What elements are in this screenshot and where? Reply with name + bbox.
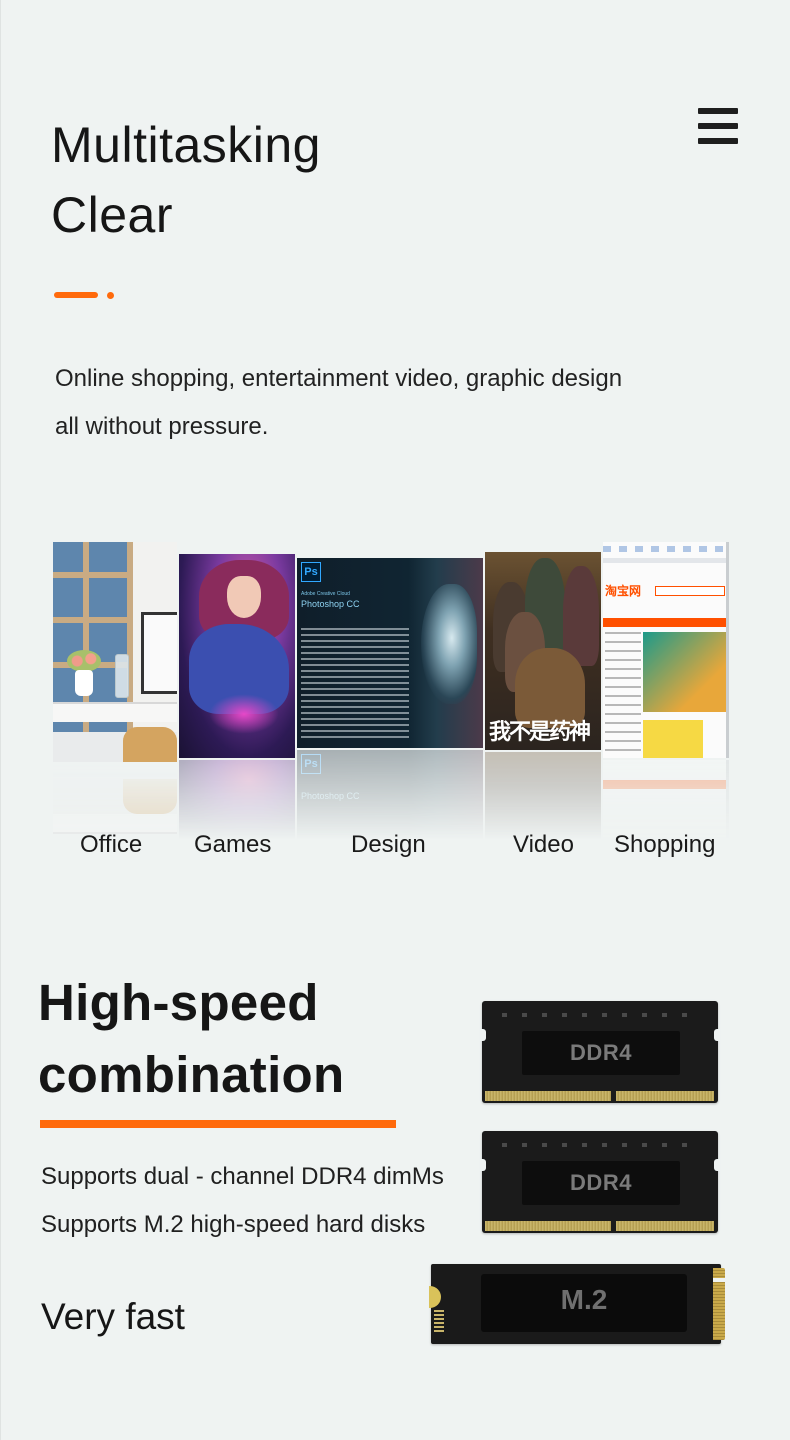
ssd-screw-notch	[429, 1286, 441, 1308]
page-title-line-1: Multitasking	[51, 117, 321, 173]
monitor	[141, 612, 177, 694]
usage-gallery: Ps Adobe Creative Cloud Photoshop CC Ps …	[51, 540, 741, 840]
ram-components	[502, 1013, 702, 1017]
splash-product-reflection: Photoshop CC	[301, 791, 360, 801]
character-face	[227, 576, 261, 618]
ram-chip-area: DDR4	[522, 1031, 680, 1075]
photoshop-logo-reflection-icon: Ps	[301, 754, 321, 774]
splash-credits	[301, 628, 409, 738]
ram-gold-pins	[485, 1221, 611, 1231]
gallery-labels: Office Games Design Video Shopping	[51, 828, 741, 862]
ssd-label-area: M.2	[481, 1274, 687, 1332]
office-reflection	[53, 764, 177, 834]
shopping-website-screenshot: 淘宝网	[603, 542, 729, 758]
gallery-label-design: Design	[351, 831, 426, 858]
bottle	[115, 654, 129, 698]
high-speed-heading-line-2: combination	[38, 1046, 345, 1103]
nav-reflection	[603, 780, 726, 789]
very-fast-tagline: Very fast	[41, 1296, 185, 1337]
ssd-connector-key	[713, 1278, 725, 1282]
office-desk-photo	[53, 542, 177, 762]
character-glow	[209, 694, 279, 734]
feature-ddr4: Supports dual - channel DDR4 dimMs	[41, 1163, 444, 1190]
design-reflection: Ps Photoshop CC	[297, 750, 483, 840]
chair-reflection	[123, 779, 177, 814]
gallery-label-shopping: Shopping	[614, 831, 716, 858]
shopping-nav-bar	[603, 618, 726, 627]
intro-text: Online shopping, entertainment video, gr…	[55, 355, 622, 451]
ram-gold-pins	[616, 1221, 714, 1231]
shopping-promo	[643, 720, 703, 758]
hamburger-menu-icon[interactable]	[698, 108, 738, 146]
photoshop-splash-screen: Ps Adobe Creative Cloud Photoshop CC	[297, 558, 483, 748]
poster-title: 我不是药神	[489, 719, 591, 744]
ram-components	[502, 1143, 702, 1147]
flowers	[67, 650, 101, 672]
video-reflection	[485, 752, 601, 840]
intro-line-2: all without pressure.	[55, 413, 269, 440]
intro-line-1: Online shopping, entertainment video, gr…	[55, 365, 623, 392]
menu-bar	[698, 138, 738, 144]
splash-subtitle: Adobe Creative Cloud	[301, 591, 350, 597]
m2-ssd-module: M.2	[429, 1264, 725, 1344]
gallery-label-games: Games	[194, 831, 272, 858]
accent-dash-divider	[54, 292, 98, 298]
high-speed-accent-bar	[40, 1120, 396, 1128]
ddr4-ram-module-2: DDR4	[480, 1131, 720, 1233]
ssd-label: M.2	[560, 1284, 608, 1315]
splash-product-name: Photoshop CC	[301, 599, 360, 609]
splash-cave-art	[421, 584, 477, 704]
ram-gold-pins	[485, 1091, 611, 1101]
menu-bar	[698, 108, 738, 114]
shopping-category-menu	[605, 632, 641, 752]
page-title-line-2: Clear	[51, 187, 173, 243]
game-character-artwork	[179, 554, 295, 758]
shopping-logo: 淘宝网	[605, 584, 642, 598]
shopping-banner	[643, 632, 726, 712]
ram-chip-area: DDR4	[522, 1161, 680, 1205]
gallery-label-office: Office	[80, 831, 143, 858]
menu-bar	[698, 123, 738, 129]
vase	[75, 670, 93, 696]
ram-label: DDR4	[570, 1040, 632, 1065]
movie-poster: 我不是药神	[485, 552, 601, 750]
page: Multitasking Clear Online shopping, ente…	[0, 0, 790, 1440]
photoshop-logo-icon: Ps	[301, 562, 321, 582]
feature-m2: Supports M.2 high-speed hard disks	[41, 1211, 426, 1238]
desk	[53, 702, 177, 722]
high-speed-heading: High-speed combination	[38, 967, 344, 1111]
accent-dot-divider	[107, 292, 114, 299]
ram-label: DDR4	[570, 1170, 632, 1195]
page-title: Multitasking Clear	[51, 110, 321, 250]
shopping-search-box	[655, 586, 725, 596]
ssd-pads	[434, 1310, 444, 1334]
browser-tabs	[603, 546, 726, 552]
chair	[123, 727, 177, 762]
ddr4-ram-module-1: DDR4	[480, 1001, 720, 1103]
high-speed-heading-line-1: High-speed	[38, 974, 319, 1031]
browser-address-bar	[603, 558, 726, 563]
feature-list: Supports dual - channel DDR4 dimMs Suppo…	[41, 1153, 444, 1249]
ram-gold-pins	[616, 1091, 714, 1101]
gallery-label-video: Video	[513, 831, 574, 858]
poster-person	[563, 566, 599, 666]
